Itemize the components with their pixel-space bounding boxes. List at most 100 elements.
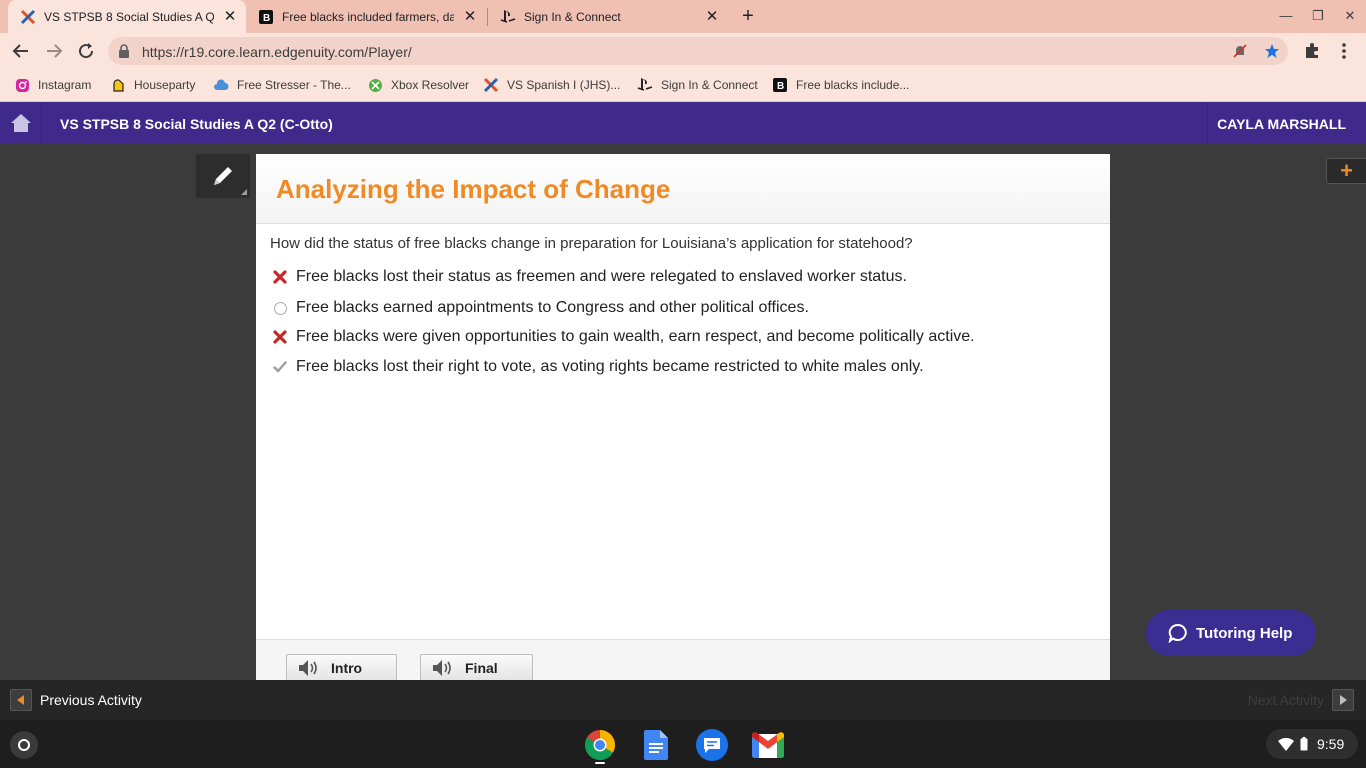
active-app-indicator <box>595 762 605 764</box>
final-label: Final <box>465 660 498 676</box>
answer-option-3[interactable]: Free blacks were given opportunities to … <box>270 326 975 348</box>
clock-time: 9:59 <box>1317 736 1345 752</box>
bookmark-houseparty[interactable]: Houseparty <box>110 76 195 94</box>
chat-bubble-icon <box>1168 623 1187 643</box>
svg-text:B: B <box>777 81 784 92</box>
bookmark-label: VS Spanish I (JHS)... <box>507 78 621 92</box>
lesson-panel: Analyzing the Impact of Change How did t… <box>256 154 1110 682</box>
audio-toolbar: Intro Final <box>256 639 1110 682</box>
bookmark-label: Sign In & Connect <box>661 78 758 92</box>
lesson-title: Analyzing the Impact of Change <box>276 174 671 204</box>
user-menu[interactable]: CAYLA MARSHALL <box>1207 102 1366 144</box>
bookmark-label: Free Stresser - The... <box>237 78 351 92</box>
incorrect-x-icon <box>270 327 290 347</box>
launcher-circle-icon <box>18 739 30 751</box>
intro-label: Intro <box>331 660 363 676</box>
notes-pencil-button[interactable] <box>196 154 250 198</box>
restore-icon[interactable]: ❐ <box>1310 8 1326 24</box>
svg-text:B: B <box>263 13 270 24</box>
home-icon <box>10 114 31 132</box>
browser-menu-icon[interactable] <box>1335 42 1353 60</box>
messages-app-icon[interactable] <box>695 728 729 762</box>
lock-icon <box>118 44 130 63</box>
speaker-icon <box>431 658 455 678</box>
next-activity-label: Next Activity <box>1247 692 1324 708</box>
url-text: https://r19.core.learn.edgenuity.com/Pla… <box>142 44 412 60</box>
answer-text: Free blacks lost their right to vote, as… <box>296 358 924 375</box>
bookmark-free-blacks[interactable]: B Free blacks include... <box>772 76 909 94</box>
forward-icon[interactable] <box>43 40 65 62</box>
answer-option-4[interactable]: Free blacks lost their right to vote, as… <box>270 356 924 378</box>
tab-title: Free blacks included farmers, da <box>282 9 454 24</box>
tab-signin[interactable]: Sign In & Connect ✕ <box>488 0 728 33</box>
tab-course[interactable]: VS STPSB 8 Social Studies A Q2 ✕ <box>8 0 246 33</box>
bookmark-label: Instagram <box>38 78 92 92</box>
brainly-b-icon: B <box>258 9 274 25</box>
intro-audio-button[interactable]: Intro <box>286 654 397 682</box>
edgenuity-x-icon <box>20 9 36 25</box>
previous-activity-label: Previous Activity <box>40 692 142 708</box>
tab-strip: VS STPSB 8 Social Studies A Q2 ✕ B Free … <box>0 0 1366 33</box>
status-tray[interactable]: 9:59 <box>1266 729 1358 759</box>
answer-text: Free blacks earned appointments to Congr… <box>296 299 809 316</box>
lesson-header: Analyzing the Impact of Change <box>256 154 1110 224</box>
activity-navigation: Previous Activity Next Activity <box>0 680 1366 720</box>
back-icon[interactable] <box>10 40 32 62</box>
wifi-icon <box>1278 737 1294 751</box>
bookmark-sign-in[interactable]: Sign In & Connect <box>637 76 758 94</box>
final-audio-button[interactable]: Final <box>420 654 533 682</box>
minimize-icon[interactable]: — <box>1278 8 1294 24</box>
cloud-icon <box>213 77 229 93</box>
extensions-puzzle-icon[interactable] <box>1303 42 1321 60</box>
tab-brainly[interactable]: B Free blacks included farmers, da ✕ <box>246 0 486 33</box>
next-activity-button[interactable]: Next Activity <box>1248 689 1354 711</box>
launcher-button[interactable] <box>10 731 38 759</box>
close-icon[interactable]: ✕ <box>462 8 478 25</box>
instagram-icon <box>14 77 30 93</box>
speaker-icon <box>297 658 321 678</box>
answer-option-2[interactable]: Free blacks earned appointments to Congr… <box>270 297 809 319</box>
course-title: VS STPSB 8 Social Studies A Q2 (C-Otto) <box>60 116 333 132</box>
incorrect-x-icon <box>270 267 290 287</box>
bookmark-vs-spanish[interactable]: VS Spanish I (JHS)... <box>483 76 620 94</box>
new-tab-button[interactable]: + <box>738 6 758 26</box>
tab-title: VS STPSB 8 Social Studies A Q2 <box>44 9 214 24</box>
course-header: VS STPSB 8 Social Studies A Q2 (C-Otto) … <box>0 102 1366 144</box>
bookmark-instagram[interactable]: Instagram <box>14 76 91 94</box>
bookmarks-bar: Instagram Houseparty Free Stresser - The… <box>0 69 1366 102</box>
pencil-icon <box>214 167 232 185</box>
battery-icon <box>1300 737 1308 751</box>
playstation-icon <box>500 9 516 25</box>
close-icon[interactable]: ✕ <box>222 8 238 25</box>
chrome-app-icon[interactable] <box>583 728 617 762</box>
notifications-blocked-icon[interactable] <box>1232 43 1248 59</box>
question-text: How did the status of free blacks change… <box>270 235 913 252</box>
home-button[interactable] <box>0 102 42 144</box>
arrow-right-icon <box>1332 689 1354 711</box>
expand-tools-button[interactable]: + <box>1326 158 1366 184</box>
bookmark-star-icon[interactable] <box>1264 43 1280 59</box>
bookmark-label: Free blacks include... <box>796 78 910 92</box>
reload-icon[interactable] <box>75 40 97 62</box>
browser-toolbar: https://r19.core.learn.edgenuity.com/Pla… <box>0 33 1366 69</box>
playstation-icon <box>637 77 653 93</box>
answer-option-1[interactable]: Free blacks lost their status as freemen… <box>270 266 907 288</box>
brainly-b-icon: B <box>772 77 788 93</box>
close-window-icon[interactable]: ✕ <box>1342 8 1358 24</box>
arrow-left-icon <box>10 689 32 711</box>
close-icon[interactable]: ✕ <box>704 8 720 25</box>
user-name: CAYLA MARSHALL <box>1217 116 1346 132</box>
answer-text: Free blacks lost their status as freemen… <box>296 268 907 285</box>
address-bar[interactable]: https://r19.core.learn.edgenuity.com/Pla… <box>108 37 1288 65</box>
previous-activity-button[interactable]: Previous Activity <box>10 689 142 711</box>
docs-app-icon[interactable] <box>639 728 673 762</box>
tutoring-help-button[interactable]: Tutoring Help <box>1146 610 1316 656</box>
resize-corner <box>241 189 247 195</box>
answer-text: Free blacks were given opportunities to … <box>296 328 975 345</box>
houseparty-icon <box>110 77 126 93</box>
radio-button[interactable] <box>270 298 290 318</box>
bookmark-free-stresser[interactable]: Free Stresser - The... <box>213 76 351 94</box>
bookmark-xbox-resolver[interactable]: Xbox Resolver <box>367 76 469 94</box>
bookmark-label: Xbox Resolver <box>391 78 470 92</box>
gmail-app-icon[interactable] <box>751 728 785 762</box>
